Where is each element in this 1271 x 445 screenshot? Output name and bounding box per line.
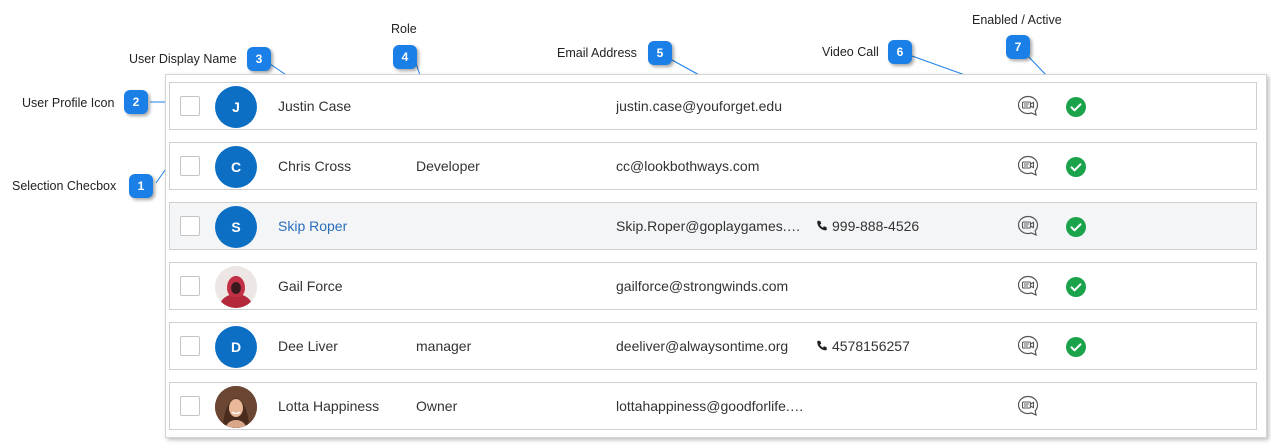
video-chat-icon[interactable] bbox=[1016, 214, 1040, 238]
video-chat-icon[interactable] bbox=[1016, 154, 1040, 178]
user-role: Owner bbox=[416, 398, 458, 414]
user-avatar: S bbox=[215, 206, 257, 248]
callout-badge-1: 1 bbox=[129, 174, 153, 198]
callout-label-3: User Display Name bbox=[129, 52, 237, 66]
phone-icon bbox=[817, 220, 827, 231]
user-avatar: D bbox=[215, 326, 257, 368]
selection-checkbox[interactable] bbox=[180, 396, 200, 416]
video-chat-icon[interactable] bbox=[1016, 94, 1040, 118]
video-chat-icon[interactable] bbox=[1016, 274, 1040, 298]
callout-label-2: User Profile Icon bbox=[22, 96, 115, 110]
user-email: justin.case@youforget.edu bbox=[616, 98, 782, 114]
active-check-icon bbox=[1066, 337, 1086, 357]
user-phone: 999-888-4526 bbox=[816, 218, 919, 234]
user-email: lottahappiness@goodforlife.com bbox=[616, 398, 804, 414]
callout-label-5: Email Address bbox=[557, 46, 637, 60]
user-phone-number: 4578156257 bbox=[832, 338, 910, 354]
active-check-icon bbox=[1066, 157, 1086, 177]
user-row[interactable]: C Chris Cross Developer cc@lookbothways.… bbox=[169, 142, 1257, 190]
phone-icon bbox=[817, 340, 827, 351]
user-row[interactable]: Gail Force gailforce@strongwinds.com bbox=[169, 262, 1257, 310]
user-display-name[interactable]: Chris Cross bbox=[278, 158, 351, 174]
selection-checkbox[interactable] bbox=[180, 156, 200, 176]
user-display-name[interactable]: Skip Roper bbox=[278, 218, 347, 234]
user-email: deeliver@alwaysontime.org bbox=[616, 338, 789, 354]
callout-badge-7: 7 bbox=[1006, 35, 1030, 59]
user-avatar: C bbox=[215, 146, 257, 188]
callout-badge-6: 6 bbox=[888, 40, 912, 64]
user-display-name[interactable]: Dee Liver bbox=[278, 338, 338, 354]
active-check-icon bbox=[1066, 277, 1086, 297]
video-chat-icon[interactable] bbox=[1016, 334, 1040, 358]
callout-badge-5: 5 bbox=[648, 41, 672, 65]
user-display-name[interactable]: Justin Case bbox=[278, 98, 351, 114]
callout-label-7: Enabled / Active bbox=[972, 13, 1062, 27]
user-email: gailforce@strongwinds.com bbox=[616, 278, 789, 294]
user-role: Developer bbox=[416, 158, 480, 174]
user-row[interactable]: J Justin Case justin.case@youforget.edu bbox=[169, 82, 1257, 130]
user-phone-number: 999-888-4526 bbox=[832, 218, 920, 234]
selection-checkbox[interactable] bbox=[180, 276, 200, 296]
selection-checkbox[interactable] bbox=[180, 216, 200, 236]
callout-badge-2: 2 bbox=[124, 90, 148, 114]
user-phone: 4578156257 bbox=[816, 338, 910, 354]
user-row[interactable]: S Skip Roper Skip.Roper@goplaygames.com … bbox=[169, 202, 1257, 250]
user-row[interactable]: Lotta Happiness Owner lottahappiness@goo… bbox=[169, 382, 1257, 430]
callout-label-1: Selection Checbox bbox=[12, 179, 117, 193]
active-check-icon bbox=[1066, 97, 1086, 117]
callout-badge-4: 4 bbox=[393, 45, 417, 69]
user-avatar-photo bbox=[215, 386, 257, 428]
selection-checkbox[interactable] bbox=[180, 96, 200, 116]
user-role: manager bbox=[416, 338, 472, 354]
user-email: cc@lookbothways.com bbox=[616, 158, 760, 174]
video-chat-icon[interactable] bbox=[1016, 394, 1040, 418]
user-row[interactable]: D Dee Liver manager deeliver@alwaysontim… bbox=[169, 322, 1257, 370]
user-display-name[interactable]: Gail Force bbox=[278, 278, 343, 294]
selection-checkbox[interactable] bbox=[180, 336, 200, 356]
callout-label-4: Role bbox=[391, 22, 417, 36]
user-avatar: J bbox=[215, 86, 257, 128]
user-email: Skip.Roper@goplaygames.com bbox=[616, 218, 804, 234]
callout-label-6: Video Call bbox=[822, 45, 879, 59]
user-display-name[interactable]: Lotta Happiness bbox=[278, 398, 379, 414]
callout-badge-3: 3 bbox=[247, 47, 271, 71]
user-avatar-photo bbox=[215, 266, 257, 308]
active-check-icon bbox=[1066, 217, 1086, 237]
